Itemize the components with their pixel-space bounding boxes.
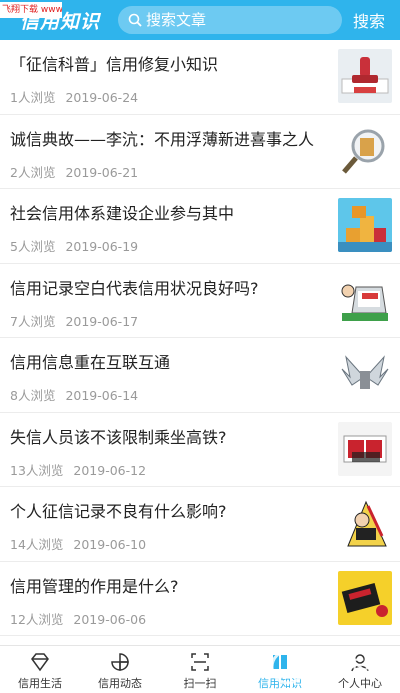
nav-item-credit-life[interactable]: 信用生活 — [0, 646, 80, 693]
nav-label: 信用动态 — [98, 677, 142, 690]
article-meta: 1人浏览 2019-06-24 — [10, 87, 138, 106]
watermark-top: 飞翔下载 www.FXXZ.com — [0, 2, 62, 18]
nav-label: 扫一扫 — [183, 677, 217, 690]
article-meta: 12人浏览 2019-06-06 — [10, 609, 146, 628]
article-title: 诚信典故——李沆：不用浮薄新进喜事之人 — [10, 129, 315, 149]
article-item[interactable]: 个人征信记录不良有什么影响? 14人浏览 2019-06-10 — [0, 487, 400, 562]
pinwheel-icon — [111, 653, 129, 671]
article-thumbnail — [338, 570, 392, 625]
article-title: 「征信科普」信用修复小知识 — [10, 55, 219, 74]
article-date: 2019-06-21 — [65, 164, 139, 180]
article-date: 2019-06-10 — [73, 537, 147, 552]
article-thumbnail — [338, 496, 392, 550]
article-meta: 2人浏览 2019-06-21 — [10, 162, 138, 181]
article-item[interactable]: 信用记录空白代表信用状况良好吗? 7人浏览 2019-06-17 — [0, 264, 400, 338]
article-thumbnail — [338, 272, 392, 327]
article-item[interactable]: 失信人员该不该限制乘坐高铁? 13人浏览 2019-06-12 — [0, 413, 400, 487]
search-button[interactable]: 搜索 — [350, 8, 388, 32]
watermark-logo: 飞翔下载 — [268, 645, 394, 689]
nav-label: 信用生活 — [18, 677, 62, 690]
view-count: 8人浏览 — [10, 388, 56, 403]
view-count: 12人浏览 — [10, 611, 64, 627]
view-count: 14人浏览 — [10, 537, 64, 552]
article-thumbnail — [338, 49, 392, 103]
article-item[interactable]: 诚信典故——李沆：不用浮薄新进喜事之人 2人浏览 2019-06-21 — [0, 115, 400, 189]
search-icon — [128, 13, 142, 27]
diamond-icon — [31, 653, 49, 672]
watermark-icon: 飞翔下载 — [270, 649, 382, 685]
article-meta: 7人浏览 2019-06-17 — [10, 311, 138, 330]
article-thumbnail — [338, 198, 392, 252]
article-meta: 13人浏览 2019-06-12 — [10, 460, 146, 479]
view-count: 13人浏览 — [10, 462, 64, 478]
view-count: 7人浏览 — [10, 313, 56, 329]
article-date: 2019-06-14 — [65, 388, 139, 403]
article-date: 2019-06-06 — [73, 611, 147, 627]
article-title: 信用管理的作用是什么? — [10, 576, 179, 596]
nav-item-credit-news[interactable]: 信用动态 — [80, 646, 160, 693]
article-thumbnail — [338, 421, 392, 476]
article-date: 2019-06-17 — [65, 313, 139, 329]
article-item[interactable]: 「征信科普」信用修复小知识 1人浏览 2019-06-24 — [0, 40, 400, 115]
article-title: 信用记录空白代表信用状况良好吗? — [10, 278, 259, 298]
article-title: 信用信息重在互联互通 — [10, 353, 171, 372]
article-list: 「征信科普」信用修复小知识 1人浏览 2019-06-24 诚信典故——李沆：不用… — [0, 40, 400, 636]
search-box[interactable] — [118, 6, 342, 34]
article-title: 失信人员该不该限制乘坐高铁? — [10, 427, 227, 447]
nav-item-scan[interactable]: 扫一扫 — [160, 646, 240, 693]
article-item[interactable]: 社会信用体系建设企业参与其中 5人浏览 2019-06-19 — [0, 189, 400, 264]
article-meta: 8人浏览 2019-06-14 — [10, 385, 138, 404]
scan-icon — [191, 653, 209, 671]
svg-text:飞翔下载: 飞翔下载 — [310, 656, 382, 678]
article-title: 社会信用体系建设企业参与其中 — [10, 204, 235, 223]
article-thumbnail — [338, 123, 392, 178]
search-input[interactable] — [146, 11, 326, 29]
article-item[interactable]: 信用管理的作用是什么? 12人浏览 2019-06-06 — [0, 562, 400, 636]
article-title: 个人征信记录不良有什么影响? — [10, 502, 227, 521]
view-count: 5人浏览 — [10, 239, 56, 254]
article-date: 2019-06-19 — [65, 239, 139, 254]
view-count: 1人浏览 — [10, 90, 56, 105]
article-date: 2019-06-24 — [65, 90, 139, 105]
article-thumbnail — [338, 347, 392, 401]
article-meta: 5人浏览 2019-06-19 — [10, 236, 138, 255]
article-date: 2019-06-12 — [73, 462, 147, 478]
article-meta: 14人浏览 2019-06-10 — [10, 534, 146, 553]
article-item[interactable]: 信用信息重在互联互通 8人浏览 2019-06-14 — [0, 338, 400, 413]
view-count: 2人浏览 — [10, 164, 56, 180]
